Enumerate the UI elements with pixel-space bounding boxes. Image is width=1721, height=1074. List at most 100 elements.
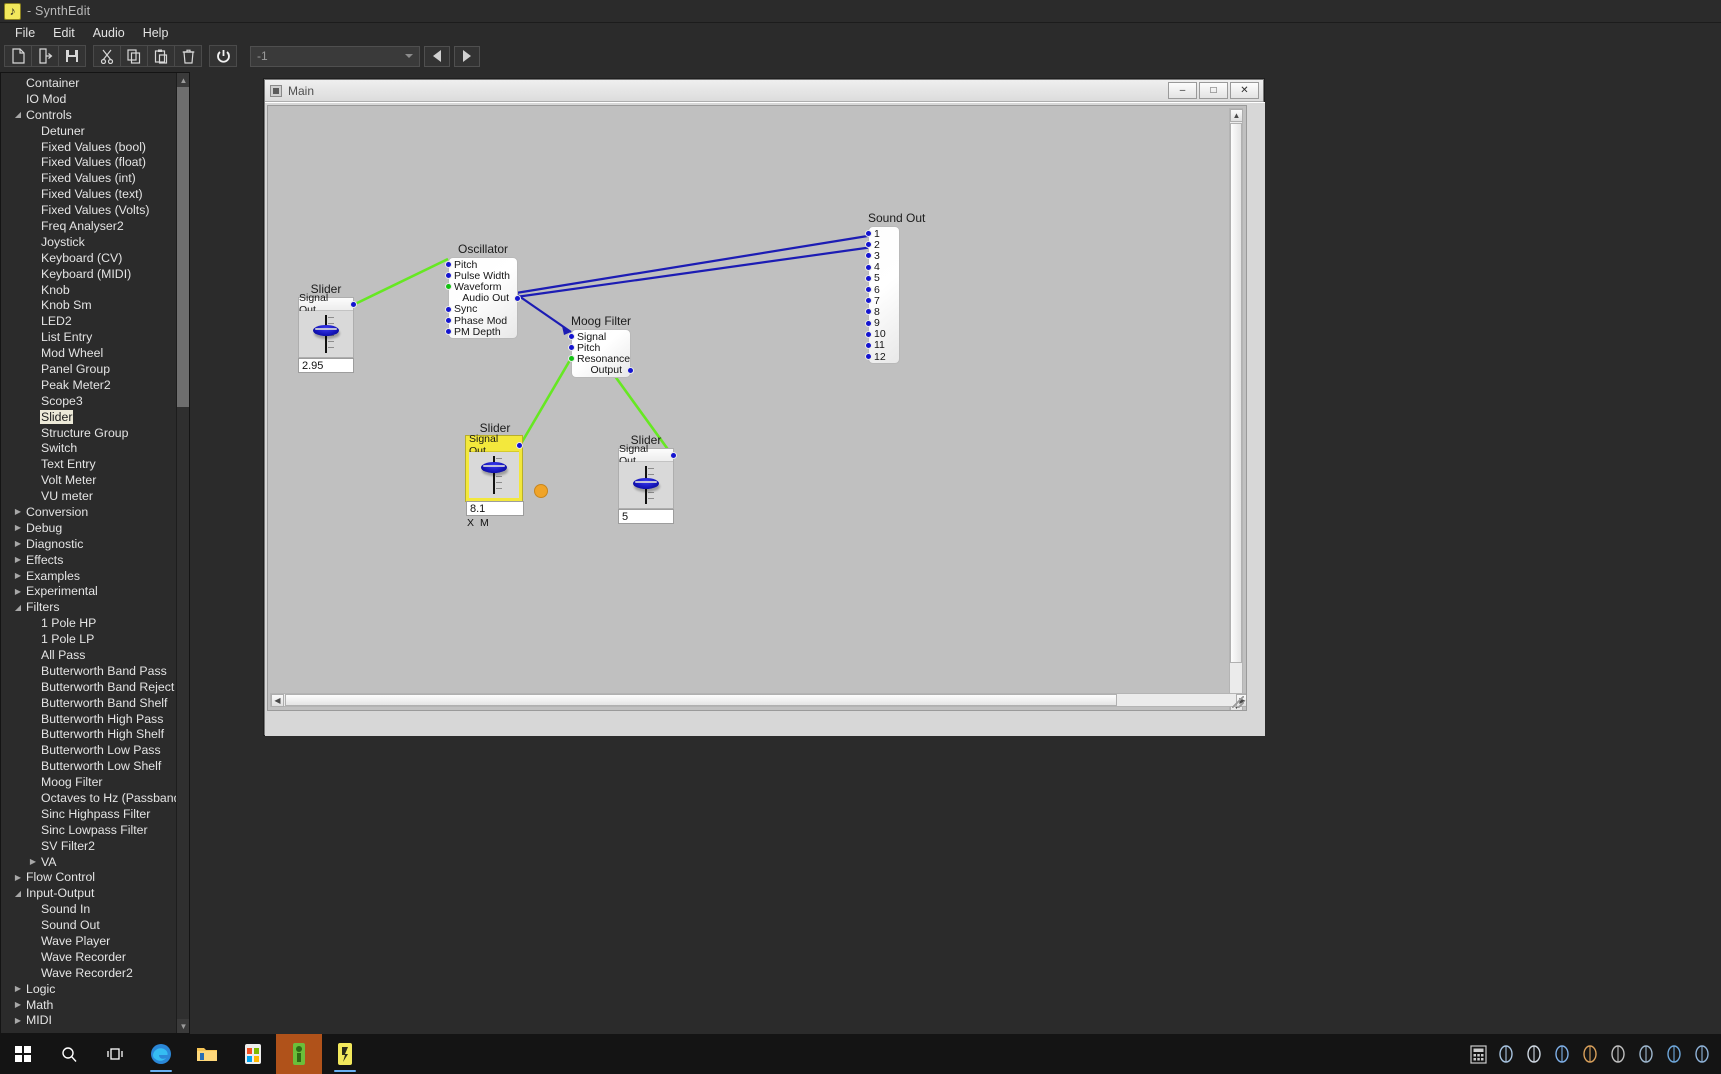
port-channel-4[interactable]: 4 xyxy=(865,261,899,273)
tree-item-io-mod[interactable]: IO Mod xyxy=(1,91,177,107)
chevron-right-icon[interactable]: ▶ xyxy=(11,523,25,532)
tray-icon-3[interactable] xyxy=(1549,1034,1575,1074)
tree-item-switch[interactable]: Switch xyxy=(1,440,177,456)
tree-item-volt-meter[interactable]: Volt Meter xyxy=(1,472,177,488)
port-channel-3[interactable]: 3 xyxy=(865,250,899,262)
chevron-down-icon[interactable]: ◢ xyxy=(11,889,25,898)
tray-icon-5[interactable] xyxy=(1605,1034,1631,1074)
tree-item-peak-meter2[interactable]: Peak Meter2 xyxy=(1,377,177,393)
synthedit-taskbar-button[interactable] xyxy=(322,1034,368,1074)
port-channel-2[interactable]: 2 xyxy=(865,239,899,251)
tree-item-vu-meter[interactable]: VU meter xyxy=(1,488,177,504)
slider-track[interactable] xyxy=(299,311,353,357)
chevron-right-icon[interactable]: ▶ xyxy=(11,571,25,580)
tree-item-all-pass[interactable]: All Pass xyxy=(1,647,177,663)
preset-combo[interactable]: -1 xyxy=(250,45,420,67)
tree-item-fixed-values-text[interactable]: Fixed Values (text) xyxy=(1,186,177,202)
microsoft-store-button[interactable] xyxy=(230,1034,276,1074)
chevron-right-icon[interactable]: ▶ xyxy=(11,507,25,516)
tray-icon-4[interactable] xyxy=(1577,1034,1603,1074)
port-channel-8[interactable]: 8 xyxy=(865,306,899,318)
marker-x[interactable]: X xyxy=(466,517,475,529)
port-channel-6[interactable]: 6 xyxy=(865,284,899,296)
tree-item-sound-out[interactable]: Sound Out xyxy=(1,917,177,933)
slider-value-field[interactable]: 2.95 xyxy=(298,358,354,373)
chevron-right-icon[interactable]: ▶ xyxy=(11,1000,25,1009)
tray-calculator-icon[interactable] xyxy=(1465,1034,1491,1074)
tray-icon-7[interactable] xyxy=(1661,1034,1687,1074)
module-tree-scrollbar[interactable]: ▲ ▼ xyxy=(176,73,189,1033)
port-audio-out[interactable]: Audio Out xyxy=(449,292,521,304)
tree-item-butterworth-low-shelf[interactable]: Butterworth Low Shelf xyxy=(1,758,177,774)
tree-item-wave-recorder[interactable]: Wave Recorder xyxy=(1,949,177,965)
tree-item-fixed-values-int[interactable]: Fixed Values (int) xyxy=(1,170,177,186)
port-signal[interactable]: Signal xyxy=(568,331,630,343)
mdi-close-button[interactable]: ✕ xyxy=(1230,82,1259,99)
chevron-right-icon[interactable]: ▶ xyxy=(11,1016,25,1025)
slider-frame[interactable]: Signal Out xyxy=(618,443,677,509)
scrollbar-thumb[interactable] xyxy=(177,87,189,407)
slider-frame[interactable]: Signal Out xyxy=(298,292,357,358)
tree-item-controls[interactable]: ◢ Controls xyxy=(1,107,177,123)
tree-item-midi[interactable]: ▶ MIDI xyxy=(1,1013,177,1029)
tree-item-flow-control[interactable]: ▶ Flow Control xyxy=(1,870,177,886)
port-channel-7[interactable]: 7 xyxy=(865,295,899,307)
tree-item-mod-wheel[interactable]: Mod Wheel xyxy=(1,345,177,361)
canvas-horizontal-scrollbar[interactable]: ◀ ▶ xyxy=(270,693,1246,707)
chevron-right-icon[interactable]: ▶ xyxy=(11,539,25,548)
menu-help[interactable]: Help xyxy=(134,24,178,42)
module-tree[interactable]: Container IO Mod ◢ Controls Detuner Fixed Val… xyxy=(1,73,177,1033)
tree-item-freq-analyser2[interactable]: Freq Analyser2 xyxy=(1,218,177,234)
slider-module-pitch[interactable]: Slider Signal Out 2.95 xyxy=(298,282,357,373)
menu-edit[interactable]: Edit xyxy=(44,24,84,42)
tree-item-wave-recorder2[interactable]: Wave Recorder2 xyxy=(1,965,177,981)
chevron-right-icon[interactable]: ▶ xyxy=(11,873,25,882)
tree-item-joystick[interactable]: Joystick xyxy=(1,234,177,250)
module-body[interactable]: Signal Pitch Resonance Output xyxy=(568,329,634,378)
module-sound-out[interactable]: Sound Out 1 2 3 4 5 6 7 8 9 10 11 12 xyxy=(865,211,925,365)
delete-button[interactable] xyxy=(174,45,202,67)
canvas-vertical-scrollbar[interactable]: ▲ ▼ xyxy=(1229,108,1243,710)
tray-icon-2[interactable] xyxy=(1521,1034,1547,1074)
module-body[interactable]: 1 2 3 4 5 6 7 8 9 10 11 12 xyxy=(865,226,900,365)
tree-item-container[interactable]: Container xyxy=(1,75,177,91)
start-button[interactable] xyxy=(0,1034,46,1074)
tree-item-1-pole-lp[interactable]: 1 Pole LP xyxy=(1,631,177,647)
chevron-right-icon[interactable]: ▶ xyxy=(11,555,25,564)
mdi-maximize-button[interactable]: □ xyxy=(1199,82,1228,99)
tree-item-1-pole-hp[interactable]: 1 Pole HP xyxy=(1,615,177,631)
patch-canvas[interactable]: Oscillator Pitch Pulse Width Waveform Au… xyxy=(267,105,1247,711)
slider-output-port[interactable]: Signal Out xyxy=(619,443,677,467)
slider-module-cutoff[interactable]: Slider Signal Out 8.1 X M xyxy=(466,421,524,529)
tree-item-math[interactable]: ▶ Math xyxy=(1,997,177,1013)
chevron-down-icon[interactable]: ◢ xyxy=(11,110,25,119)
tree-item-slider[interactable]: Slider xyxy=(1,409,177,425)
save-file-button[interactable] xyxy=(58,45,86,67)
tree-item-sv-filter2[interactable]: SV Filter2 xyxy=(1,838,177,854)
port-pitch[interactable]: Pitch xyxy=(445,259,517,271)
module-moog-filter[interactable]: Moog Filter Signal Pitch Resonance Outpu… xyxy=(568,314,634,378)
port-waveform[interactable]: Waveform xyxy=(445,281,517,293)
tree-item-sinc-highpass-filter[interactable]: Sinc Highpass Filter xyxy=(1,806,177,822)
search-button[interactable] xyxy=(46,1034,92,1074)
menu-audio[interactable]: Audio xyxy=(84,24,134,42)
tree-item-list-entry[interactable]: List Entry xyxy=(1,329,177,345)
tree-item-knob-sm[interactable]: Knob Sm xyxy=(1,297,177,313)
tree-item-debug[interactable]: ▶ Debug xyxy=(1,520,177,536)
tree-item-detuner[interactable]: Detuner xyxy=(1,123,177,139)
tree-item-wave-player[interactable]: Wave Player xyxy=(1,933,177,949)
port-pm-depth[interactable]: PM Depth xyxy=(445,326,517,338)
tray-icon-8[interactable] xyxy=(1689,1034,1715,1074)
tree-item-effects[interactable]: ▶ Effects xyxy=(1,552,177,568)
copy-button[interactable] xyxy=(120,45,148,67)
new-file-button[interactable] xyxy=(4,45,32,67)
paste-button[interactable] xyxy=(147,45,175,67)
slider-track[interactable] xyxy=(619,462,673,508)
tree-item-logic[interactable]: ▶ Logic xyxy=(1,981,177,997)
tree-item-sinc-lowpass-filter[interactable]: Sinc Lowpass Filter xyxy=(1,822,177,838)
port-pitch[interactable]: Pitch xyxy=(568,342,630,354)
port-resonance[interactable]: Resonance xyxy=(568,353,630,365)
open-file-button[interactable] xyxy=(31,45,59,67)
tree-item-keyboard-cv[interactable]: Keyboard (CV) xyxy=(1,250,177,266)
port-output[interactable]: Output xyxy=(572,364,634,376)
